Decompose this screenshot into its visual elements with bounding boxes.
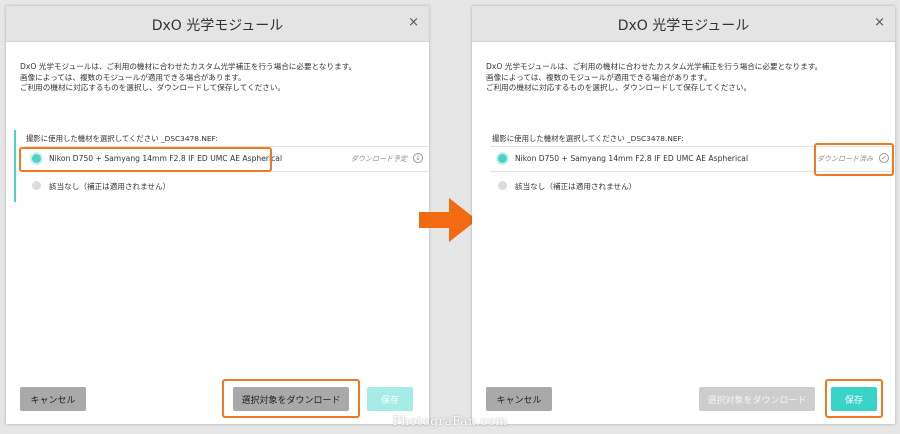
description-line: ご利用の機材に対応するものを選択し、ダウンロードして保存してください。 xyxy=(486,83,752,92)
option-lens-module[interactable]: Nikon D750 + Samyang 14mm F2.8 IF ED UMC… xyxy=(24,146,429,172)
description-line: ご利用の機材に対応するものを選択し、ダウンロードして保存してください。 xyxy=(20,83,286,92)
download-selected-button[interactable]: 選択対象をダウンロード xyxy=(699,387,815,411)
cancel-button[interactable]: キャンセル xyxy=(20,387,86,411)
dialog-header: DxO 光学モジュール × xyxy=(472,6,895,42)
arrow-right-icon xyxy=(419,198,477,242)
option-label: 該当なし（補正は適用されません） xyxy=(515,182,637,191)
equipment-selection: 撮影に使用した機材を選択してください _DSC3478.NEF: Nikon D… xyxy=(14,130,431,202)
option-none[interactable]: 該当なし（補正は適用されません） xyxy=(490,174,895,198)
check-icon: ✓ xyxy=(879,153,889,163)
radio-selected[interactable] xyxy=(32,154,41,163)
download-status: ダウンロード予定 xyxy=(351,155,407,163)
dialog-description: DxO 光学モジュールは、ご利用の機材に合わせたカスタム光学補正を行う場合に必要… xyxy=(486,62,881,94)
dialog-description: DxO 光学モジュールは、ご利用の機材に合わせたカスタム光学補正を行う場合に必要… xyxy=(20,62,415,94)
option-label: Nikon D750 + Samyang 14mm F2.8 IF ED UMC… xyxy=(515,154,749,163)
radio-selected[interactable] xyxy=(498,154,507,163)
close-icon[interactable]: × xyxy=(874,15,885,30)
description-line: 画像によっては、複数のモジュールが適用できる場合があります。 xyxy=(20,72,246,82)
dialog-title: DxO 光学モジュール xyxy=(151,18,284,34)
dialog-header: DxO 光学モジュール × xyxy=(6,6,429,42)
download-status: ダウンロード済み xyxy=(817,155,873,163)
equipment-selection: 撮影に使用した機材を選択してください _DSC3478.NEF: Nikon D… xyxy=(480,130,897,202)
download-icon: ↓ xyxy=(413,153,423,163)
radio-unselected[interactable] xyxy=(32,181,41,190)
section-label: 撮影に使用した機材を選択してください _DSC3478.NEF: xyxy=(492,134,684,143)
section-label: 撮影に使用した機材を選択してください _DSC3478.NEF: xyxy=(26,134,218,143)
dxo-module-dialog-after: DxO 光学モジュール × DxO 光学モジュールは、ご利用の機材に合わせたカス… xyxy=(472,6,895,424)
description-line: 画像によっては、複数のモジュールが適用できる場合があります。 xyxy=(486,72,712,82)
watermark-text: PhotograFan.com xyxy=(392,414,508,428)
save-button[interactable]: 保存 xyxy=(367,387,413,411)
description-line: DxO 光学モジュールは、ご利用の機材に合わせたカスタム光学補正を行う場合に必要… xyxy=(20,62,357,71)
option-label: Nikon D750 + Samyang 14mm F2.8 IF ED UMC… xyxy=(49,154,283,163)
download-selected-button[interactable]: 選択対象をダウンロード xyxy=(233,387,349,411)
save-button[interactable]: 保存 xyxy=(831,387,877,411)
option-none[interactable]: 該当なし（補正は適用されません） xyxy=(24,174,429,198)
option-label: 該当なし（補正は適用されません） xyxy=(49,182,171,191)
cancel-button[interactable]: キャンセル xyxy=(486,387,552,411)
dialog-title: DxO 光学モジュール xyxy=(617,18,750,34)
description-line: DxO 光学モジュールは、ご利用の機材に合わせたカスタム光学補正を行う場合に必要… xyxy=(486,62,823,71)
option-lens-module[interactable]: Nikon D750 + Samyang 14mm F2.8 IF ED UMC… xyxy=(490,146,895,172)
dxo-module-dialog-before: DxO 光学モジュール × DxO 光学モジュールは、ご利用の機材に合わせたカス… xyxy=(6,6,429,424)
close-icon[interactable]: × xyxy=(408,15,419,30)
radio-unselected[interactable] xyxy=(498,181,507,190)
